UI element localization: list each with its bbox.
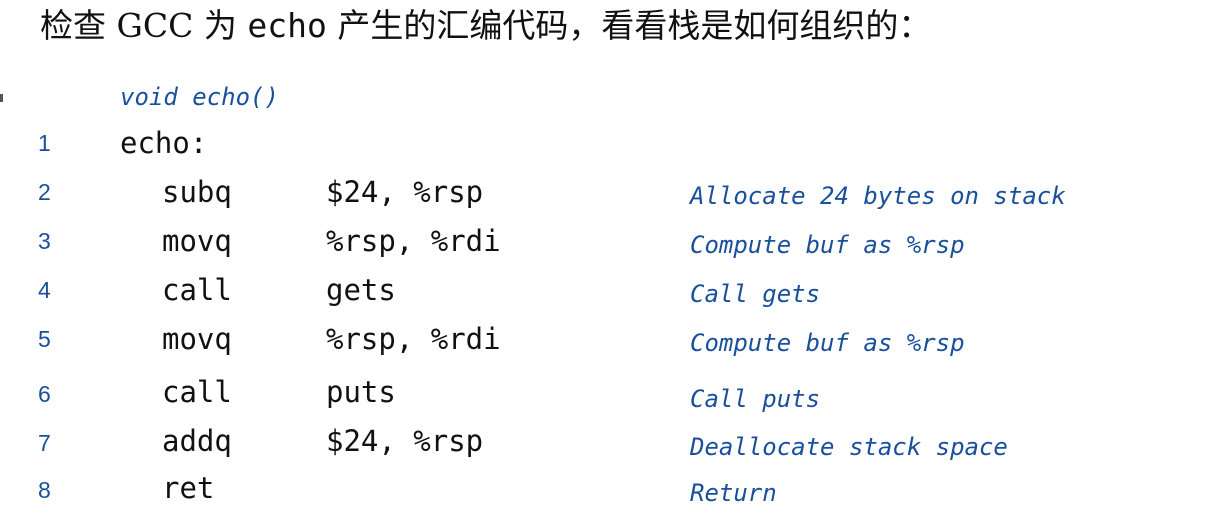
instruction-opcode: call (162, 375, 232, 409)
instruction-opcode: movq (162, 322, 232, 356)
instruction-operands: $24, %rsp (326, 424, 484, 458)
instruction-comment: Compute buf as %rsp (690, 231, 965, 259)
line-number: 8 (38, 477, 51, 503)
line-number: 7 (38, 430, 51, 456)
instruction-comment: Compute buf as %rsp (690, 329, 965, 357)
line-number: 5 (38, 326, 51, 352)
instruction-opcode: addq (162, 424, 232, 458)
line-number: 4 (38, 277, 51, 303)
assembly-listing: void echo() 1 echo: 2 subq $24, %rsp All… (0, 0, 1215, 523)
instruction-comment: Deallocate stack space (690, 433, 1008, 461)
instruction-comment: Call gets (690, 280, 821, 308)
instruction-opcode: movq (162, 224, 232, 258)
instruction-operands: gets (326, 273, 396, 307)
instruction-operands: $24, %rsp (326, 175, 484, 209)
instruction-opcode: call (162, 273, 232, 307)
line-number: 3 (38, 228, 51, 254)
instruction-comment: Call puts (690, 385, 821, 413)
instruction-operands: puts (326, 375, 396, 409)
instruction-comment: Allocate 24 bytes on stack (690, 182, 1066, 210)
instruction-comment: Return (690, 479, 777, 507)
instruction-operands: %rsp, %rdi (326, 322, 501, 356)
line-number: 2 (38, 179, 51, 205)
line-number: 6 (38, 381, 51, 407)
instruction-opcode: ret (162, 471, 215, 505)
instruction-operands: %rsp, %rdi (326, 224, 501, 258)
instruction-opcode: subq (162, 175, 232, 209)
line-number: 1 (38, 130, 51, 156)
function-prototype: void echo() (120, 83, 279, 111)
function-label: echo: (120, 126, 208, 160)
